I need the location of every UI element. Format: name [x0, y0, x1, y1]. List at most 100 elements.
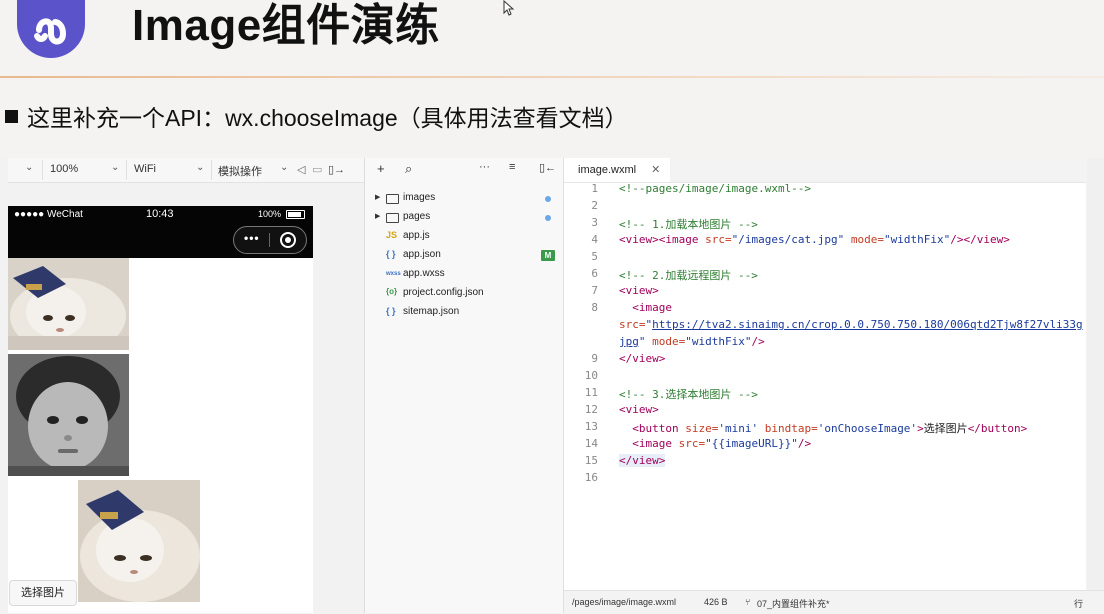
- string: "widthFix": [685, 335, 752, 348]
- choose-image-button[interactable]: 选择图片: [9, 580, 77, 606]
- slide-title: Image组件演练: [132, 1, 440, 50]
- editor-scrollbar[interactable]: [1087, 158, 1104, 613]
- folder-icon: [386, 213, 399, 223]
- js-file-icon: JS: [386, 230, 398, 240]
- code-line-7: <view>: [619, 284, 659, 297]
- url-link[interactable]: https://tva2.sinaimg.cn/crop.0.0.750.750…: [652, 318, 1082, 331]
- code-line-12: <view>: [619, 403, 659, 416]
- collapse-icon[interactable]: ≡: [509, 161, 515, 173]
- simulate-action-select[interactable]: 模拟操作: [218, 163, 262, 179]
- code-line-8-wrap-1: src="https://tva2.sinaimg.cn/crop.0.0.75…: [619, 318, 1083, 331]
- zoom-select[interactable]: 100%: [50, 163, 78, 175]
- string: 'onChooseImage': [817, 422, 918, 435]
- git-branch[interactable]: 07_内置组件补充*: [757, 597, 830, 610]
- file-path: /pages/image/image.wxml: [572, 597, 677, 607]
- attribute: mode=: [645, 335, 686, 348]
- line-number: 3: [591, 216, 598, 229]
- clock: 10:43: [146, 208, 174, 220]
- tag: </view>: [619, 454, 666, 467]
- line-number: 6: [591, 267, 598, 280]
- network-select[interactable]: WiFi: [134, 163, 156, 175]
- tag: <image: [619, 301, 672, 314]
- tab-image-wxml[interactable]: image.wxml ✕: [564, 158, 671, 182]
- tree-item-label: app.json: [403, 249, 441, 260]
- code-line-1: <!--pages/image/image.wxml-->: [619, 182, 811, 195]
- config-file-icon: {o}: [386, 287, 398, 296]
- slide-header: Image组件演练: [0, 0, 1104, 76]
- tag: />: [797, 437, 812, 450]
- string: ": [638, 335, 646, 348]
- header-divider: [0, 76, 1104, 78]
- code-line-6: <!-- 2.加载远程图片 -->: [619, 267, 758, 283]
- comment: <!--pages/image/image.wxml-->: [619, 182, 812, 195]
- code-line-14: <image src="{{imageURL}}"/>: [619, 437, 811, 450]
- tag: <button: [619, 422, 679, 435]
- tag: <image: [658, 233, 699, 246]
- wxss-file-icon: wxss: [386, 271, 401, 277]
- line-number: 7: [591, 284, 598, 297]
- search-icon[interactable]: ⌕: [405, 161, 412, 177]
- divider: [269, 233, 270, 247]
- more-icon[interactable]: •••: [244, 231, 260, 245]
- battery-percent: 100%: [258, 209, 282, 219]
- expand-arrow-icon[interactable]: ▶: [375, 193, 380, 201]
- line-number: 1: [591, 182, 598, 195]
- line-number: 11: [584, 386, 598, 399]
- close-target-icon[interactable]: [280, 232, 296, 248]
- child-image-remote: [8, 354, 129, 476]
- battery-icon: [286, 210, 305, 219]
- cursor-position[interactable]: 行: [1074, 597, 1083, 610]
- split-icon[interactable]: ▯←: [539, 161, 556, 174]
- simulator-panel: ⌄ 100% ⌄ WiFi ⌄ 模拟操作 ⌄ ◁ ▭ ▯→ ●●●●● WeCh…: [0, 158, 365, 613]
- code-line-4: <view><image src="/images/cat.jpg" mode=…: [619, 233, 1010, 246]
- cat-image-local: [8, 258, 129, 350]
- divider: [42, 160, 43, 180]
- json-file-icon: { }: [386, 249, 396, 259]
- code-line-8-wrap-2: jpg" mode="widthFix"/>: [619, 335, 765, 348]
- capsule-menu[interactable]: •••: [233, 226, 307, 254]
- attribute: bindtap=: [758, 422, 818, 435]
- string: 'mini': [718, 422, 759, 435]
- mini-program-logo: [17, 0, 85, 58]
- close-icon[interactable]: ✕: [651, 164, 660, 176]
- url-link[interactable]: jpg: [619, 335, 639, 348]
- line-number: 2: [591, 199, 598, 212]
- tag: >: [917, 422, 924, 435]
- rotate-icon[interactable]: ▭: [312, 163, 322, 176]
- tag: </view>: [963, 233, 1010, 246]
- chevron-down-icon: ⌄: [196, 162, 205, 173]
- json-file-icon: { }: [386, 306, 396, 316]
- line-number: 14: [584, 437, 598, 450]
- branch-icon: ⑂: [745, 597, 751, 607]
- more-icon[interactable]: ···: [479, 161, 490, 173]
- tag: <view>: [619, 233, 659, 246]
- explorer-toolbar: + ⌕ ··· ≡ ▯←: [365, 158, 563, 182]
- mouse-cursor-icon: [503, 0, 515, 21]
- tree-item-label: app.wxss: [403, 268, 445, 279]
- tag: />: [950, 233, 964, 246]
- divider: [126, 160, 127, 180]
- device-dropdown[interactable]: ⌄: [25, 162, 33, 173]
- code-editor: image.wxml ✕ 1 2 3 4 5 6 7 8 9 10 11 12 …: [564, 158, 1086, 613]
- editor-status-bar: /pages/image/image.wxml 426 B ⑂ 07_内置组件补…: [564, 590, 1104, 614]
- attribute: mode=: [844, 233, 884, 246]
- modified-dot-badge: [545, 215, 551, 221]
- expand-arrow-icon[interactable]: ▶: [375, 212, 380, 220]
- volume-icon[interactable]: ◁: [297, 163, 305, 176]
- detach-icon[interactable]: ▯→: [328, 163, 345, 176]
- add-file-icon[interactable]: +: [377, 161, 385, 176]
- string: "/images/cat.jpg": [731, 233, 845, 246]
- attribute: src=: [698, 233, 732, 246]
- status-bar: ●●●●● WeChat 10:43 100% •••: [8, 206, 313, 258]
- tag: </view>: [619, 352, 666, 365]
- code-line-11: <!-- 3.选择本地图片 -->: [619, 386, 758, 402]
- tree-item-label: sitemap.json: [403, 306, 460, 317]
- tree-item-label: app.js: [403, 230, 430, 241]
- modified-dot-badge: [545, 196, 551, 202]
- string: "{{imageURL}}": [705, 437, 798, 450]
- line-number: 13: [584, 420, 598, 433]
- line-number: 8: [591, 301, 598, 314]
- line-number: 12: [584, 403, 598, 416]
- bullet-square-icon: [5, 109, 18, 123]
- chevron-down-icon: ⌄: [280, 162, 289, 173]
